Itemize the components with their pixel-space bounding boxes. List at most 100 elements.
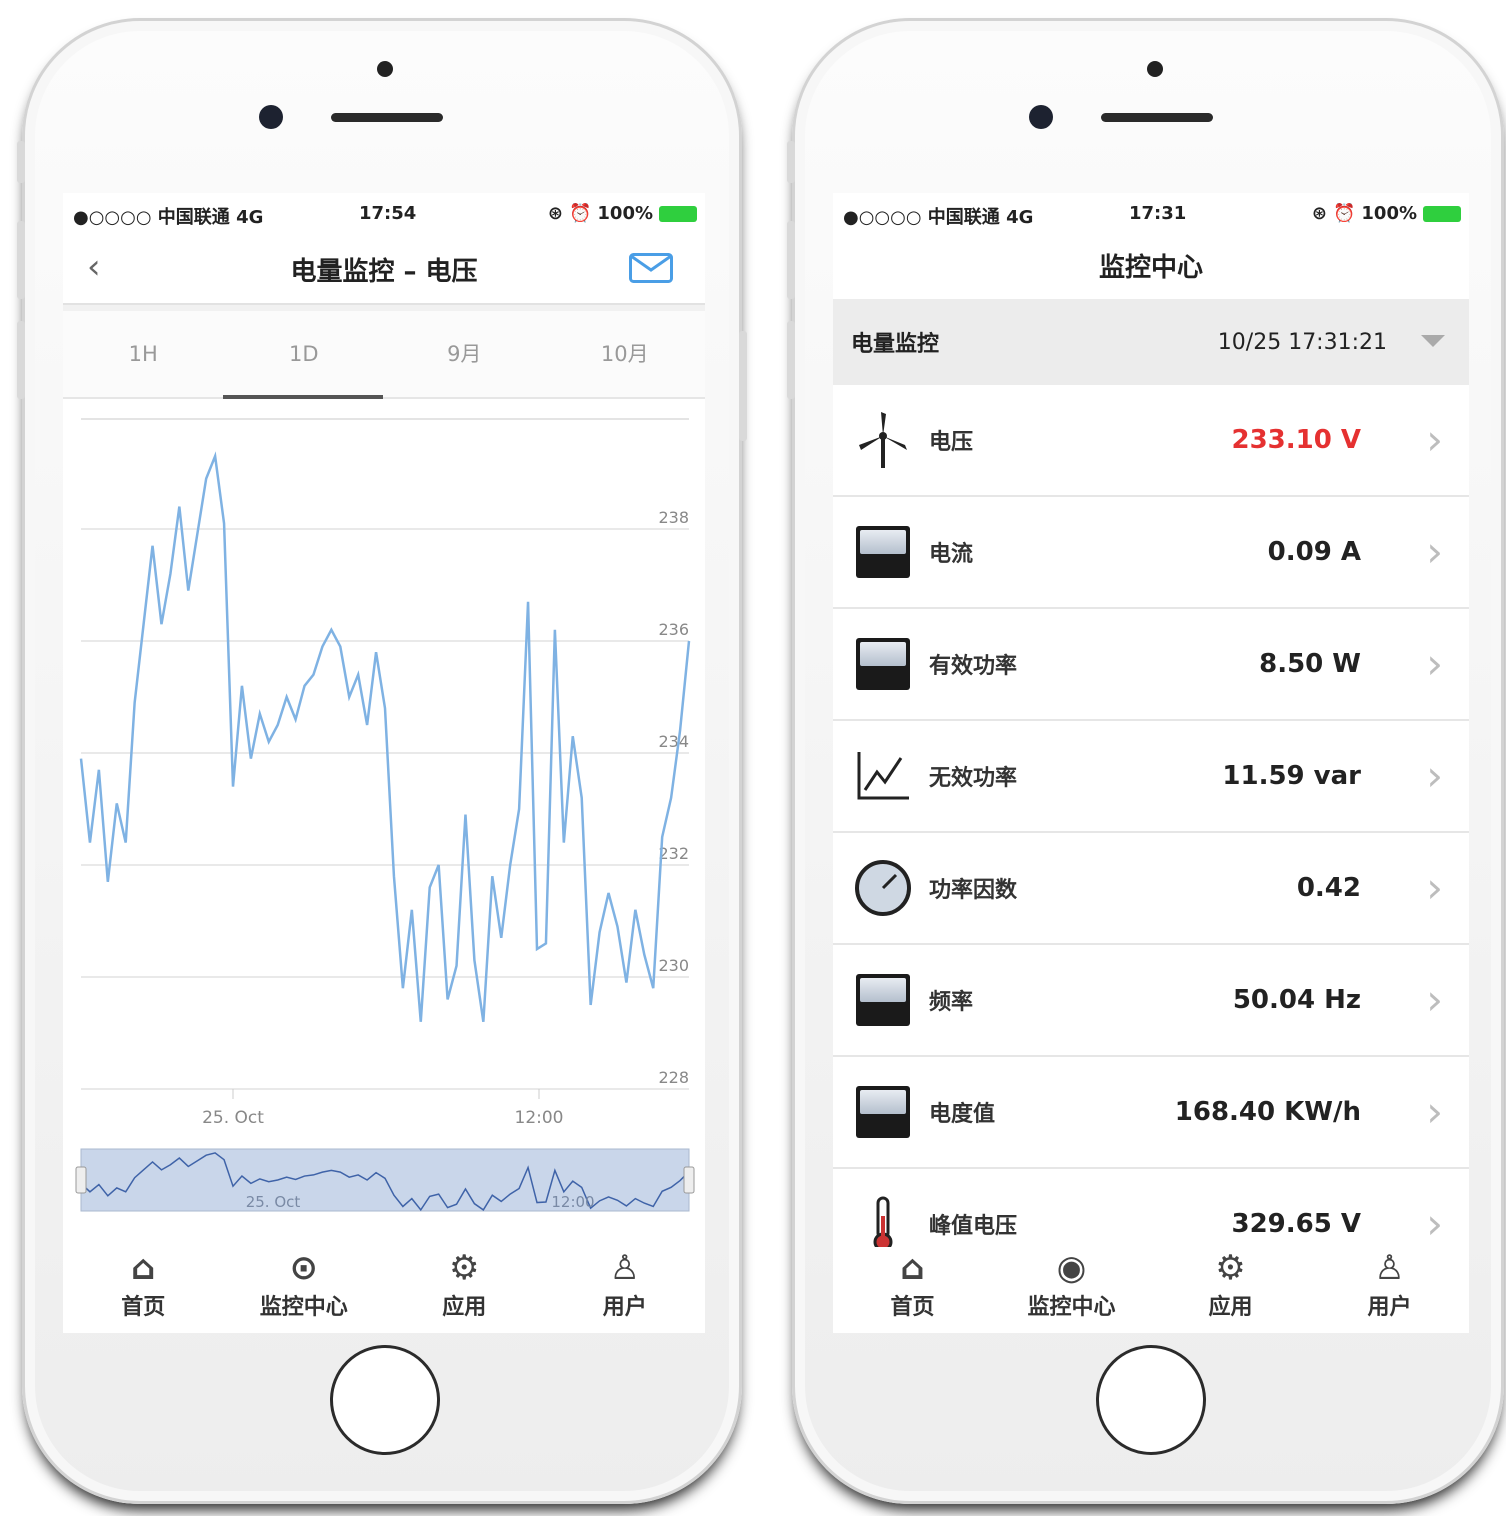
earpiece-speaker [331, 113, 443, 122]
battery-percent: 100% [1361, 203, 1417, 224]
nav-bar: 监控中心 [833, 233, 1469, 299]
metric-value: 50.04 Hz [1232, 985, 1361, 1015]
chevron-right-icon: › [1426, 751, 1443, 800]
navigator-label: 25. Oct [246, 1193, 301, 1211]
bottom-tab-user[interactable]: ♙ 用户 [545, 1247, 706, 1333]
bottom-tab-label: 首页 [121, 1295, 166, 1320]
home-button[interactable] [330, 1345, 440, 1455]
nav-bar: ‹ 电量监控 – 电压 [63, 233, 705, 305]
y-tick-label: 228 [658, 1068, 689, 1087]
range-tabs: 1H 1D 9月 10月 [63, 305, 705, 399]
user-icon: ♙ [609, 1248, 640, 1288]
metric-row-reactive-power[interactable]: 无效功率 11.59 var › [833, 721, 1469, 833]
bottom-tab-apps[interactable]: ⚙ 应用 [1151, 1247, 1310, 1333]
home-icon: ⌂ [900, 1248, 925, 1288]
home-button[interactable] [1096, 1345, 1206, 1455]
mute-switch [787, 141, 795, 183]
bottom-tab-label: 监控中心 [1027, 1295, 1116, 1320]
metric-label: 峰值电压 [929, 1214, 1018, 1239]
apps-icon: ⚙ [449, 1248, 480, 1288]
tab-1d[interactable]: 1D [224, 311, 385, 397]
mute-switch [17, 141, 25, 183]
navigator-right-handle [683, 1166, 695, 1194]
metric-row-frequency[interactable]: 频率 50.04 Hz › [833, 945, 1469, 1057]
voltage-chart-area: 238 236 234 232 230 228 25. Oct 12:00 25. Oct 12:… [63, 399, 705, 1229]
left-phone-frame: ●○○○○ 中国联通 4G 17:54 ⊛ ⏰ 100% ‹ 电量监控 – 电压… [17, 18, 747, 1504]
orientation-lock-icon: ⊛ [1311, 203, 1327, 224]
bottom-tab-label: 用户 [602, 1295, 647, 1320]
chevron-right-icon: › [1426, 863, 1443, 912]
right-phone-frame: ●○○○○ 中国联通 4G 17:31 ⊛ ⏰ 100% 监控中心 电量监控 1… [787, 18, 1504, 1504]
right-screen: ●○○○○ 中国联通 4G 17:31 ⊛ ⏰ 100% 监控中心 电量监控 1… [833, 193, 1469, 1333]
y-tick-label: 236 [658, 620, 689, 639]
front-camera [259, 105, 283, 129]
metric-value: 0.09 A [1267, 537, 1361, 567]
bottom-tab-apps[interactable]: ⚙ 应用 [384, 1247, 545, 1333]
bottom-tab-label: 应用 [442, 1295, 487, 1320]
metric-value: 233.10 V [1231, 425, 1361, 455]
battery-percent: 100% [597, 203, 653, 224]
voltage-series-line [79, 451, 691, 1022]
mail-icon[interactable] [629, 253, 673, 283]
status-bar: ●○○○○ 中国联通 4G 17:54 ⊛ ⏰ 100% [63, 193, 705, 233]
section-header[interactable]: 电量监控 10/25 17:31:21 [833, 299, 1469, 385]
bottom-tab-home[interactable]: ⌂ 首页 [63, 1247, 224, 1333]
volume-down-button [787, 321, 795, 399]
carrier-label: ●○○○○ 中国联通 4G [73, 207, 264, 228]
line-chart-icon [853, 748, 913, 804]
clock: 17:54 [359, 203, 417, 224]
metric-label: 频率 [929, 990, 974, 1015]
metric-row-power-factor[interactable]: 功率因数 0.42 › [833, 833, 1469, 945]
proximity-sensor [377, 61, 393, 77]
carrier-label: ●○○○○ 中国联通 4G [843, 207, 1034, 228]
chevron-right-icon: › [1426, 415, 1443, 464]
navigator-left-handle [75, 1166, 87, 1194]
metric-row-current[interactable]: 电流 0.09 A › [833, 497, 1469, 609]
power-button [739, 331, 747, 441]
metric-value: 8.50 W [1259, 649, 1361, 679]
target-icon: ⊙ [289, 1248, 319, 1288]
metric-value: 329.65 V [1231, 1209, 1361, 1239]
left-screen: ●○○○○ 中国联通 4G 17:54 ⊛ ⏰ 100% ‹ 电量监控 – 电压… [63, 193, 705, 1333]
voltage-chart[interactable]: 238 236 234 232 230 228 25. Oct 12:00 25. Oct 12:… [63, 399, 705, 1229]
front-camera [1029, 105, 1053, 129]
y-tick-label: 234 [658, 732, 689, 751]
section-title: 电量监控 [851, 332, 940, 357]
tab-1h[interactable]: 1H [63, 311, 224, 397]
dropdown-caret-icon[interactable] [1421, 335, 1445, 347]
user-icon: ♙ [1374, 1248, 1405, 1288]
bottom-tab-monitor[interactable]: ◉ 监控中心 [992, 1247, 1151, 1333]
earpiece-speaker [1101, 113, 1213, 122]
tab-september[interactable]: 9月 [384, 311, 545, 397]
meter-icon [853, 1084, 913, 1140]
metric-row-voltage[interactable]: 电压 233.10 V › [833, 385, 1469, 497]
status-bar: ●○○○○ 中国联通 4G 17:31 ⊛ ⏰ 100% [833, 193, 1469, 233]
bottom-tab-monitor[interactable]: ⊙ 监控中心 [224, 1247, 385, 1333]
bottom-tab-label: 用户 [1367, 1295, 1412, 1320]
apps-icon: ⚙ [1215, 1248, 1246, 1288]
clock: 17:31 [1129, 203, 1187, 224]
metric-row-active-power[interactable]: 有效功率 8.50 W › [833, 609, 1469, 721]
thermometer-icon [853, 1196, 913, 1252]
gauge-icon [853, 860, 913, 916]
bottom-tab-home[interactable]: ⌂ 首页 [833, 1247, 992, 1333]
volume-up-button [787, 221, 795, 299]
x-tick-label: 25. Oct [202, 1108, 264, 1128]
metric-value: 11.59 var [1222, 761, 1361, 791]
battery-icon [659, 205, 697, 222]
bottom-tab-label: 首页 [890, 1295, 935, 1320]
tab-october[interactable]: 10月 [545, 311, 706, 397]
metric-label: 电流 [929, 542, 974, 567]
chevron-right-icon: › [1426, 1087, 1443, 1136]
target-icon: ◉ [1056, 1248, 1087, 1288]
proximity-sensor [1147, 61, 1163, 77]
metric-value: 0.42 [1296, 873, 1361, 903]
y-tick-label: 238 [658, 508, 689, 527]
alarm-icon: ⏰ [568, 203, 592, 224]
metric-row-energy[interactable]: 电度值 168.40 KW/h › [833, 1057, 1469, 1169]
meter-icon [853, 524, 913, 580]
metric-label: 无效功率 [929, 766, 1018, 791]
page-title: 电量监控 – 电压 [290, 257, 478, 287]
bottom-tab-user[interactable]: ♙ 用户 [1310, 1247, 1469, 1333]
chevron-right-icon: › [1426, 639, 1443, 688]
